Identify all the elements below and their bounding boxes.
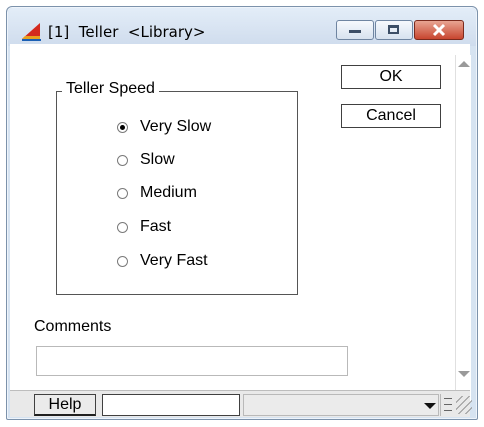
radio-slow[interactable]: Slow [117, 149, 175, 171]
radio-label: Fast [140, 218, 172, 235]
maximize-button[interactable] [375, 20, 413, 40]
help-button[interactable]: Help [34, 394, 96, 416]
radio-label: Slow [140, 151, 175, 168]
radio-button[interactable] [117, 187, 128, 199]
resize-grip-icon[interactable] [456, 396, 472, 414]
radio-button-checked[interactable] [117, 121, 128, 133]
status-field[interactable] [102, 394, 240, 416]
group-title: Teller Speed [62, 80, 159, 98]
radio-button[interactable] [117, 221, 128, 233]
spinner-divider [444, 404, 452, 405]
comments-label: Comments [34, 318, 112, 335]
chevron-down-icon[interactable] [424, 403, 436, 409]
title-bar[interactable]: [1] Teller <Library> [8, 8, 476, 46]
radio-very-slow[interactable]: Very Slow [117, 116, 211, 138]
minimize-button[interactable] [336, 20, 374, 40]
radio-label: Very Fast [140, 252, 208, 269]
radio-label: Very Slow [140, 118, 212, 135]
ok-button[interactable]: OK [341, 65, 441, 89]
status-dropdown[interactable] [243, 394, 439, 416]
spinner-up-icon[interactable] [444, 398, 452, 399]
maximize-icon [388, 25, 399, 34]
vertical-scrollbar[interactable] [455, 55, 471, 403]
radio-fast[interactable]: Fast [117, 216, 171, 238]
scroll-down-icon[interactable] [458, 371, 470, 377]
scroll-up-icon[interactable] [458, 61, 470, 67]
radio-button[interactable] [117, 255, 128, 267]
cancel-button[interactable]: Cancel [341, 104, 441, 128]
close-button[interactable] [414, 20, 464, 40]
close-icon [432, 23, 446, 37]
minimize-icon [349, 30, 361, 33]
app-triangle-icon [22, 23, 41, 41]
radio-button[interactable] [117, 154, 128, 166]
radio-label: Medium [140, 184, 197, 201]
radio-very-fast[interactable]: Very Fast [117, 250, 208, 272]
comments-input[interactable] [36, 346, 348, 376]
radio-medium[interactable]: Medium [117, 182, 197, 204]
window-title: [1] Teller <Library> [48, 23, 206, 41]
spinner-down-icon[interactable] [444, 410, 452, 411]
spinner-control[interactable] [440, 394, 455, 416]
